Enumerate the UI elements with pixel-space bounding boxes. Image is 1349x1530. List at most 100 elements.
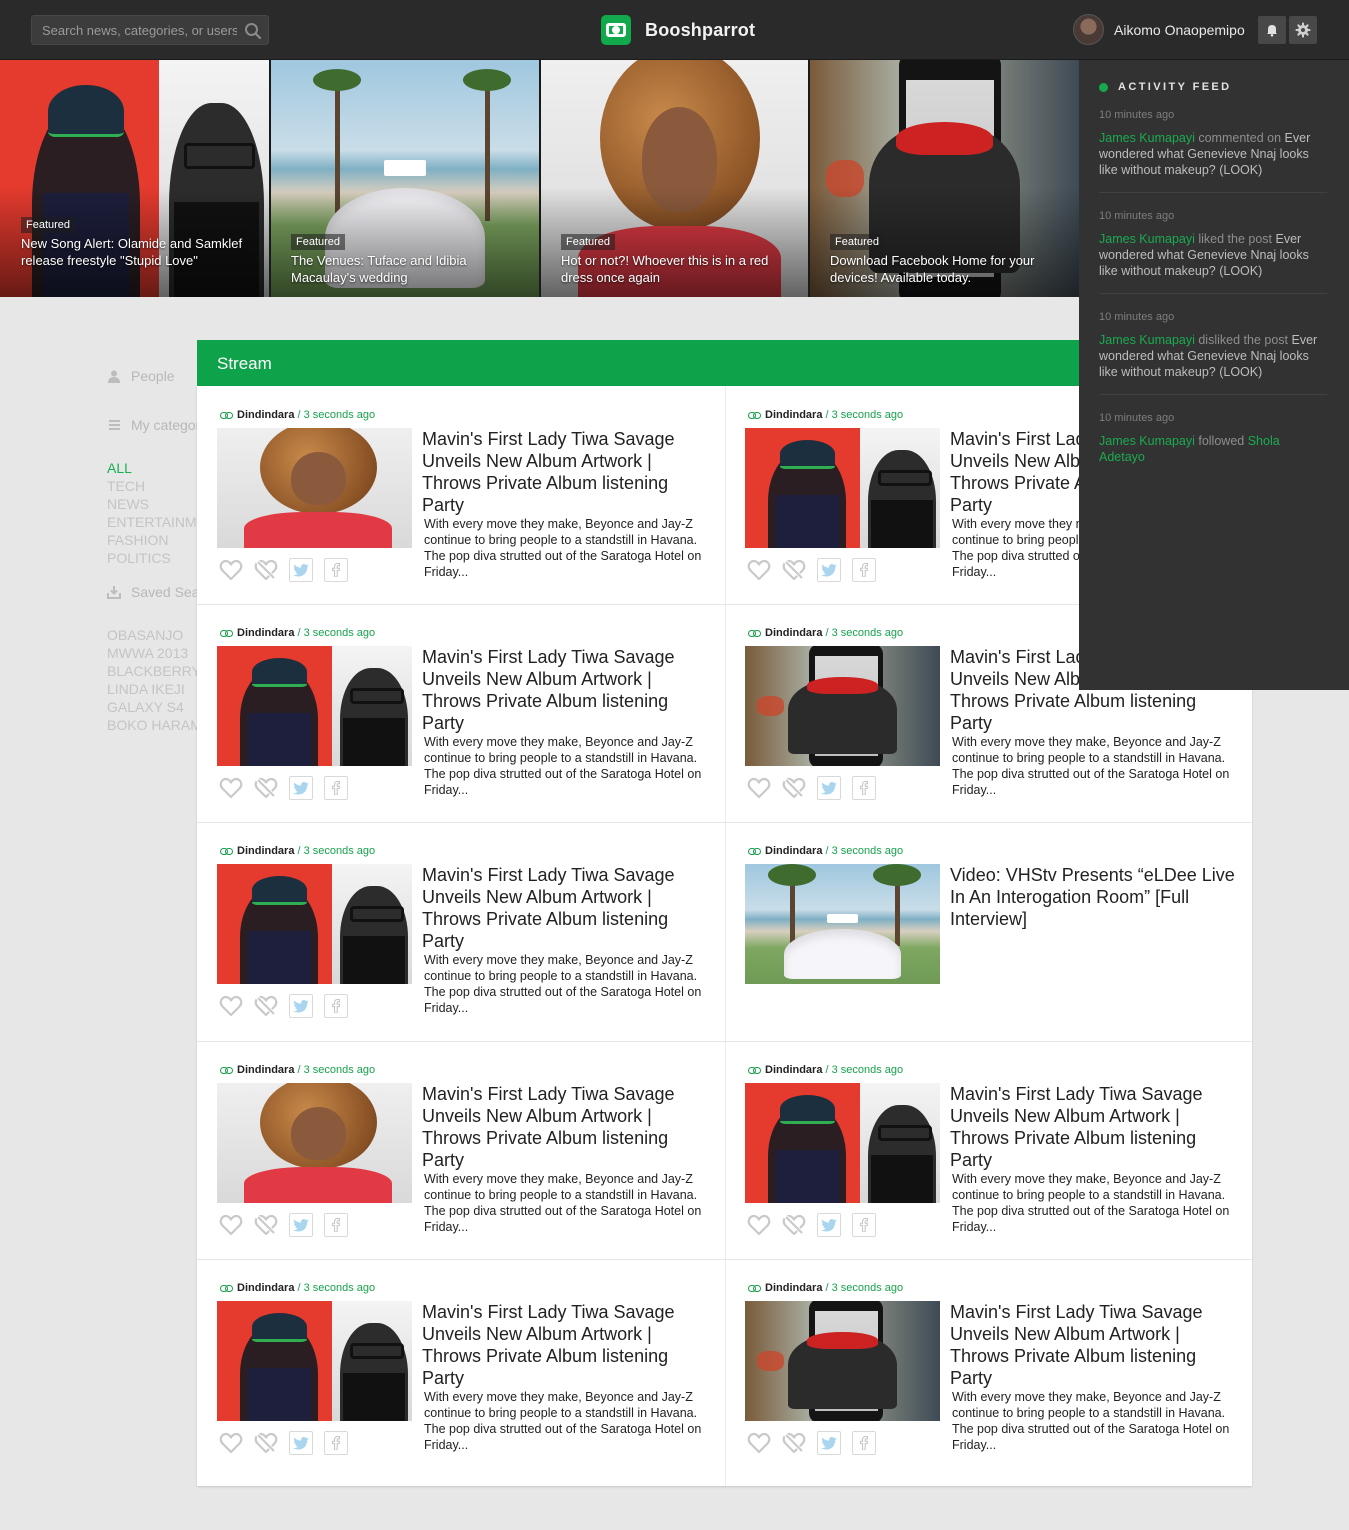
card-thumbnail[interactable] <box>217 864 412 984</box>
activity-item[interactable]: 10 minutes ago James Kumapayi commented … <box>1099 109 1327 193</box>
like-button[interactable] <box>219 994 243 1018</box>
featured-item[interactable]: Featured New Song Alert: Olamide and Sam… <box>0 60 269 297</box>
card-title[interactable]: Mavin's First Lady Tiwa Savage Unveils N… <box>422 864 712 952</box>
card-thumbnail[interactable] <box>217 428 412 548</box>
share-facebook-button[interactable] <box>852 1213 876 1237</box>
card-author[interactable]: Dindindara <box>237 1282 294 1294</box>
featured-item[interactable]: Featured Download Facebook Home for your… <box>810 60 1079 297</box>
card-author[interactable]: Dindindara <box>765 1064 822 1076</box>
activity-item[interactable]: 10 minutes ago James Kumapayi followed S… <box>1099 412 1327 479</box>
notifications-button[interactable] <box>1258 16 1286 44</box>
share-facebook-button[interactable] <box>324 1431 348 1455</box>
activity-user-link[interactable]: James Kumapayi <box>1099 333 1195 347</box>
dislike-button[interactable] <box>254 994 278 1018</box>
card-title[interactable]: Mavin's First Lady Tiwa Savage Unveils N… <box>950 1083 1240 1171</box>
card-title[interactable]: Mavin's First Lady Tiwa Savage Unveils N… <box>422 1083 712 1171</box>
card-author[interactable]: Dindindara <box>765 409 822 421</box>
share-twitter-button[interactable] <box>817 1213 841 1237</box>
sidebar-item-categories[interactable]: My categories <box>107 417 197 433</box>
sidebar-item-saved-searches[interactable]: Saved Searches <box>107 584 197 600</box>
search-box[interactable] <box>31 15 269 45</box>
dislike-button[interactable] <box>782 776 806 800</box>
share-twitter-button[interactable] <box>817 776 841 800</box>
share-twitter-button[interactable] <box>289 776 313 800</box>
category-entertainment[interactable]: ENTERTAINMENT <box>107 513 197 531</box>
share-twitter-button[interactable] <box>289 994 313 1018</box>
category-tech[interactable]: TECH <box>107 477 197 495</box>
brand-logo[interactable]: Booshparrot <box>601 15 755 45</box>
card-title[interactable]: Mavin's First Lady Tiwa Savage Unveils N… <box>950 1301 1240 1389</box>
featured-item[interactable]: Featured The Venues: Tuface and Idibia M… <box>271 60 539 297</box>
share-facebook-button[interactable] <box>324 776 348 800</box>
activity-item[interactable]: 10 minutes ago James Kumapayi disliked t… <box>1099 311 1327 395</box>
card-thumbnail[interactable] <box>745 646 940 766</box>
card-thumbnail[interactable] <box>217 646 412 766</box>
share-twitter-button[interactable] <box>289 1431 313 1455</box>
stream-card[interactable]: Dindindara/ 3 seconds ago Video: VHStv Pr… <box>725 822 1252 1040</box>
card-author[interactable]: Dindindara <box>237 627 294 639</box>
like-button[interactable] <box>747 1213 771 1237</box>
dislike-button[interactable] <box>254 1431 278 1455</box>
like-button[interactable] <box>219 776 243 800</box>
stream-card[interactable]: Dindindara/ 3 seconds ago Mavin's First L… <box>197 822 724 1040</box>
like-button[interactable] <box>747 776 771 800</box>
card-thumbnail[interactable] <box>745 864 940 984</box>
card-author[interactable]: Dindindara <box>237 845 294 857</box>
activity-item[interactable]: 10 minutes ago James Kumapayi liked the … <box>1099 210 1327 294</box>
share-facebook-button[interactable] <box>324 1213 348 1237</box>
search-icon[interactable] <box>244 22 262 40</box>
dislike-button[interactable] <box>254 558 278 582</box>
featured-item[interactable]: Featured Hot or not?! Whoever this is in… <box>541 60 808 297</box>
stream-card[interactable]: Dindindara/ 3 seconds ago Mavin's First L… <box>725 1041 1252 1259</box>
featured-caption[interactable]: Download Facebook Home for your devices!… <box>830 252 1056 286</box>
saved-search-item[interactable]: GALAXY S4 <box>107 698 197 716</box>
dislike-button[interactable] <box>782 1431 806 1455</box>
share-twitter-button[interactable] <box>817 1431 841 1455</box>
category-politics[interactable]: POLITICS <box>107 549 197 567</box>
activity-user-link[interactable]: James Kumapayi <box>1099 131 1195 145</box>
dislike-button[interactable] <box>254 776 278 800</box>
featured-caption[interactable]: New Song Alert: Olamide and Samklef rele… <box>21 235 247 269</box>
category-fashion[interactable]: FASHION <box>107 531 197 549</box>
share-twitter-button[interactable] <box>817 558 841 582</box>
dislike-button[interactable] <box>782 558 806 582</box>
avatar[interactable] <box>1073 14 1104 45</box>
stream-card[interactable]: Dindindara/ 3 seconds ago Mavin's First L… <box>197 604 724 822</box>
card-author[interactable]: Dindindara <box>765 1282 822 1294</box>
activity-user-link[interactable]: James Kumapayi <box>1099 434 1195 448</box>
like-button[interactable] <box>747 558 771 582</box>
share-facebook-button[interactable] <box>852 1431 876 1455</box>
card-thumbnail[interactable] <box>217 1083 412 1203</box>
card-title[interactable]: Mavin's First Lady Tiwa Savage Unveils N… <box>422 428 712 516</box>
category-news[interactable]: NEWS <box>107 495 197 513</box>
share-facebook-button[interactable] <box>324 558 348 582</box>
saved-search-item[interactable]: BLACKBERRY <box>107 662 197 680</box>
saved-search-item[interactable]: LINDA IKEJI <box>107 680 197 698</box>
user-name[interactable]: Aikomo Onaopemipo <box>1114 22 1245 38</box>
saved-search-item[interactable]: OBASANJO <box>107 626 197 644</box>
card-title[interactable]: Mavin's First Lady Tiwa Savage Unveils N… <box>422 646 712 734</box>
like-button[interactable] <box>747 1431 771 1455</box>
card-thumbnail[interactable] <box>745 428 940 548</box>
card-author[interactable]: Dindindara <box>765 627 822 639</box>
like-button[interactable] <box>219 1213 243 1237</box>
card-thumbnail[interactable] <box>745 1083 940 1203</box>
dislike-button[interactable] <box>254 1213 278 1237</box>
like-button[interactable] <box>219 1431 243 1455</box>
card-author[interactable]: Dindindara <box>237 409 294 421</box>
search-input[interactable] <box>32 16 237 44</box>
settings-button[interactable] <box>1289 16 1317 44</box>
category-all[interactable]: ALL <box>107 459 197 477</box>
featured-caption[interactable]: The Venues: Tuface and Idibia Macaulay's… <box>291 252 517 286</box>
stream-card[interactable]: Dindindara/ 3 seconds ago Mavin's First L… <box>197 1041 724 1259</box>
saved-search-item[interactable]: BOKO HARAM <box>107 716 197 734</box>
user-menu[interactable]: Aikomo Onaopemipo <box>1073 14 1245 45</box>
card-author[interactable]: Dindindara <box>237 1064 294 1076</box>
activity-user-link[interactable]: James Kumapayi <box>1099 232 1195 246</box>
sidebar-item-people[interactable]: People <box>107 368 175 384</box>
featured-caption[interactable]: Hot or not?! Whoever this is in a red dr… <box>561 252 787 286</box>
saved-search-item[interactable]: MWWA 2013 <box>107 644 197 662</box>
dislike-button[interactable] <box>782 1213 806 1237</box>
stream-card[interactable]: Dindindara/ 3 seconds ago Mavin's First L… <box>197 386 724 604</box>
stream-card[interactable]: Dindindara/ 3 seconds ago Mavin's First L… <box>725 1259 1252 1477</box>
